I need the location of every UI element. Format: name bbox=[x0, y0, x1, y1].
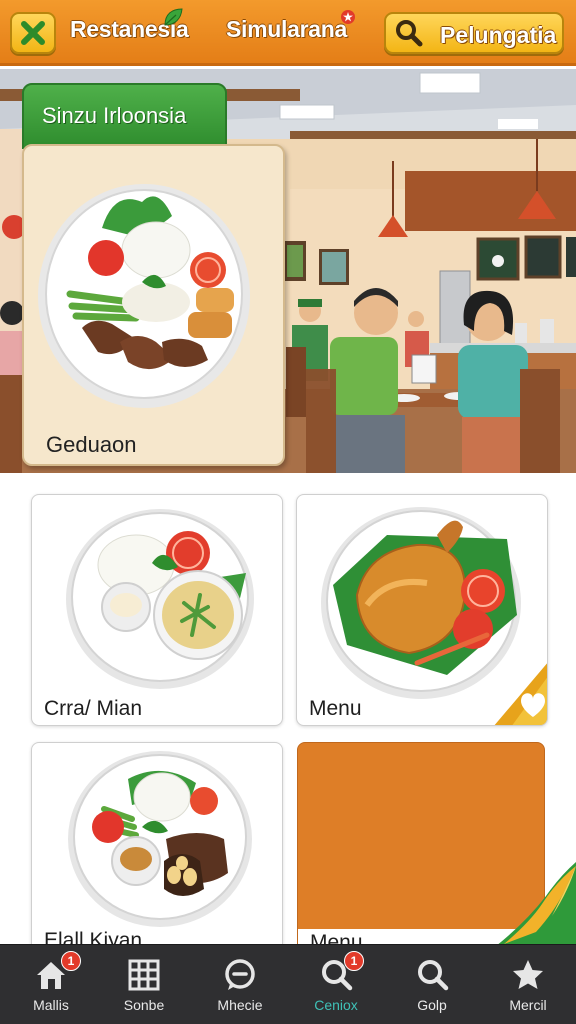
satay-plate-icon bbox=[68, 751, 252, 927]
search-label: Pelungatia bbox=[440, 22, 557, 48]
nav-item-label: Golp bbox=[417, 997, 447, 1013]
menu-card-rice[interactable]: Crra/ Mian bbox=[31, 494, 283, 726]
bottom-navigation: 1 Mallis Sonbe Mhecie 1 Ceniox Golp Merc… bbox=[0, 944, 576, 1024]
featured-dish-caption: Geduaon bbox=[46, 432, 137, 457]
rice-plate-icon bbox=[66, 509, 254, 689]
close-x-icon bbox=[21, 21, 45, 45]
nav-item-explore[interactable]: 1 Ceniox bbox=[288, 945, 384, 1024]
nav-item-label: Mallis bbox=[33, 997, 69, 1013]
hero-category-tab[interactable]: Sinzu Irloonsia bbox=[22, 83, 227, 149]
nav-item-chat[interactable]: Mhecie bbox=[192, 945, 288, 1024]
roast-chicken-icon bbox=[321, 507, 547, 725]
hero-banner: Sinzu Irloonsia Geduaon bbox=[0, 69, 576, 473]
menu-card-satay[interactable]: Elall Kiyan bbox=[31, 742, 283, 952]
page-curl-decoration bbox=[496, 862, 576, 946]
menu-card-chicken[interactable]: Menu bbox=[296, 494, 548, 726]
nav-item-favorites[interactable]: Mercil bbox=[480, 945, 576, 1024]
chat-icon bbox=[225, 959, 255, 990]
notification-badge: 1 bbox=[344, 951, 364, 971]
top-bar: Restanesia Simularana Pelungatia bbox=[0, 0, 576, 66]
grid-icon bbox=[128, 959, 160, 991]
menu-card-caption: Crra/ Mian bbox=[44, 697, 143, 720]
search-button[interactable]: Pelungatia bbox=[384, 12, 564, 54]
featured-dish-icon bbox=[38, 184, 250, 408]
hero-tab-label: Sinzu Irloonsia bbox=[42, 103, 187, 128]
nav-item-grid[interactable]: Sonbe bbox=[96, 945, 192, 1024]
center-title[interactable]: Simularana bbox=[226, 16, 347, 43]
notification-star-icon bbox=[341, 10, 355, 24]
close-button[interactable] bbox=[10, 12, 56, 54]
featured-dish-card[interactable]: Geduaon bbox=[22, 144, 285, 466]
nav-item-label: Ceniox bbox=[314, 997, 358, 1013]
menu-card-caption: Menu bbox=[309, 697, 362, 720]
star-icon bbox=[513, 960, 543, 989]
nav-item-label: Sonbe bbox=[123, 997, 165, 1013]
search-icon bbox=[396, 20, 423, 47]
search-icon bbox=[418, 960, 449, 991]
nav-item-search[interactable]: Golp bbox=[384, 945, 480, 1024]
notification-badge: 1 bbox=[61, 951, 81, 971]
nav-item-label: Mercil bbox=[509, 997, 547, 1013]
leaf-icon bbox=[164, 8, 183, 26]
nav-item-label: Mhecie bbox=[217, 997, 263, 1013]
nav-item-home[interactable]: 1 Mallis bbox=[3, 945, 99, 1024]
